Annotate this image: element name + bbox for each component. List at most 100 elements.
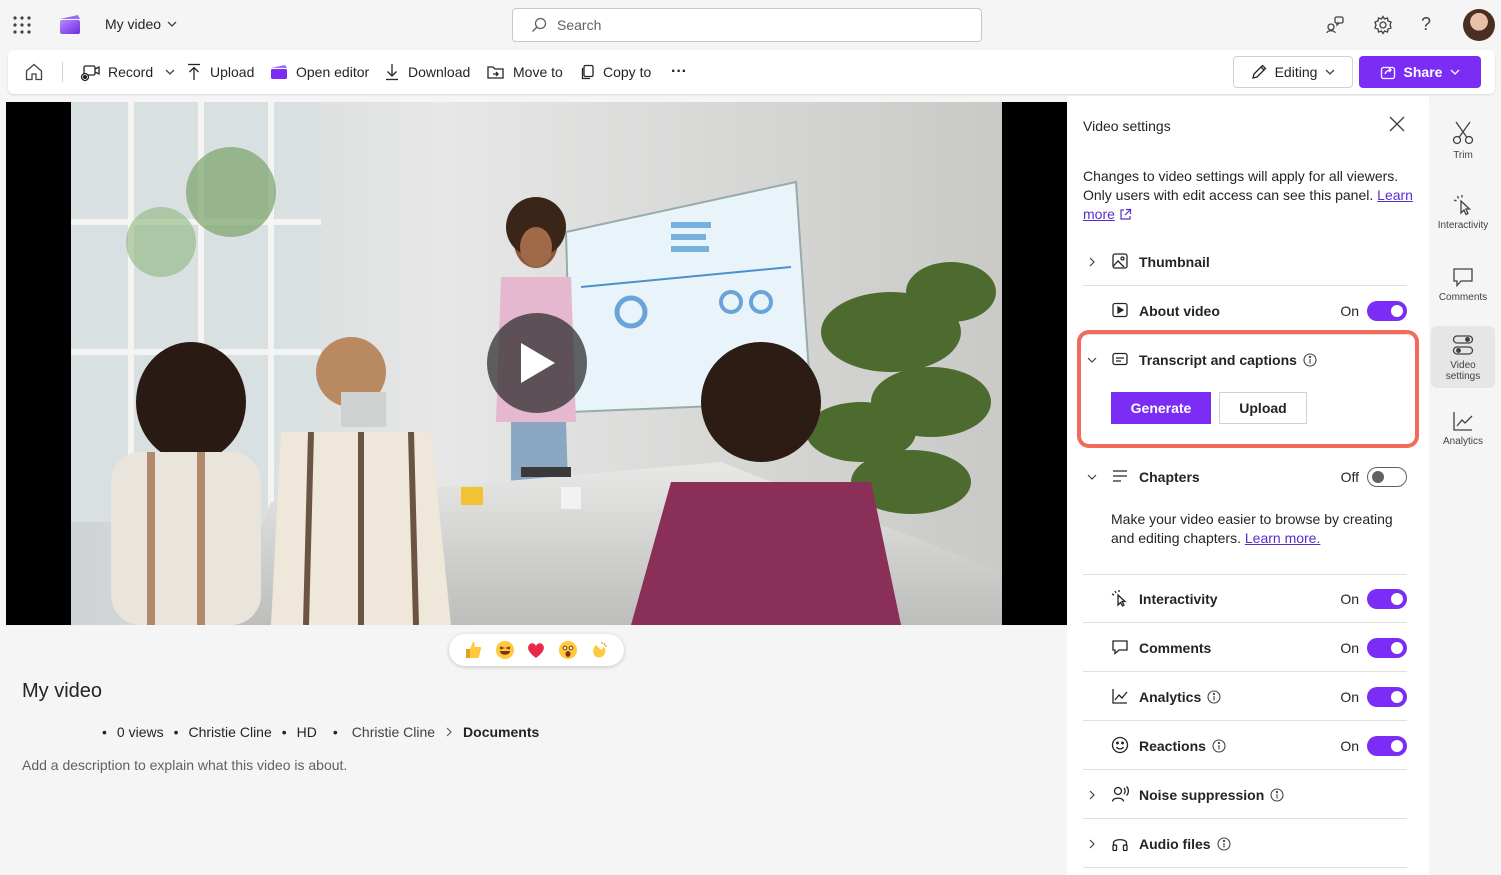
reactions-bar [449,634,624,666]
view-count: 0 views [116,724,164,740]
quality-badge: HD [296,724,317,740]
interactivity-state: On [1340,590,1359,607]
avatar[interactable] [1463,9,1495,41]
external-link-icon [1119,208,1132,221]
feedback-icon[interactable] [1325,15,1345,35]
home-button[interactable] [24,50,44,94]
reactions-toggle[interactable] [1367,735,1407,756]
play-icon [515,339,559,387]
app-launcher-icon[interactable] [13,16,31,34]
download-label: Download [408,64,471,80]
search-icon [531,17,547,33]
separator-dot: • [332,724,338,740]
top-bar: My video Search ? [0,0,1501,50]
search-input[interactable]: Search [512,8,982,42]
thumbnail-row[interactable]: Thumbnail [1083,238,1407,286]
laughing-face-icon[interactable] [495,640,515,660]
audio-files-row[interactable]: Audio files [1083,820,1407,868]
comments-label: Comments [1139,639,1212,656]
image-icon [1111,252,1131,272]
interactivity-label: Interactivity [1139,590,1218,607]
rail-interactivity[interactable]: Interactivity [1431,194,1495,231]
rail-video-settings-label: Video settings [1445,360,1481,382]
rail-video-settings[interactable]: Video settings [1431,326,1495,388]
thumbs-up-icon[interactable] [463,640,483,660]
noise-suppression-row[interactable]: Noise suppression [1083,771,1407,819]
pointer-click-icon [1453,195,1472,216]
chevron-right-icon [1083,257,1101,267]
info-icon[interactable] [1217,836,1231,851]
editing-label: Editing [1274,64,1318,80]
more-options-button[interactable]: ··· [671,50,687,94]
chevron-right-icon [1083,839,1101,849]
chapters-learn-more-link[interactable]: Learn more. [1245,530,1320,546]
interactivity-toggle[interactable] [1367,588,1407,609]
separator-dot: • [102,724,107,740]
analytics-toggle[interactable] [1367,686,1407,707]
analytics-chart-icon [1453,412,1473,431]
chapters-description: Make your video easier to browse by crea… [1111,510,1411,548]
chapters-list-icon [1111,467,1131,487]
about-video-row: About video On [1083,287,1407,335]
chevron-down-icon [167,19,177,29]
reactions-state: On [1340,737,1359,754]
info-icon[interactable] [1212,738,1226,753]
play-button[interactable] [487,313,587,413]
comment-icon [1111,638,1131,658]
chapters-state: Off [1340,469,1359,485]
headphones-icon [1111,834,1131,854]
about-video-toggle[interactable] [1367,300,1407,321]
separator-dot: • [281,724,287,740]
analytics-chart-icon [1111,687,1131,707]
help-icon[interactable]: ? [1421,14,1431,35]
chapters-label: Chapters [1139,469,1200,485]
chevron-down-icon [1450,67,1460,77]
audio-files-text: Audio files [1139,835,1211,852]
rail-interactivity-label: Interactivity [1437,220,1489,231]
rail-comments[interactable]: Comments [1431,266,1495,303]
panel-intro: Changes to video settings will apply for… [1083,167,1413,224]
app-title-dropdown[interactable]: My video [105,16,177,32]
breadcrumb-folder[interactable]: Documents [463,724,539,740]
pointer-click-icon [1111,589,1131,609]
open-editor-button[interactable]: Open editor [270,50,369,94]
comments-row: Comments On [1083,624,1407,672]
chapters-row[interactable]: Chapters Off [1083,453,1407,501]
record-camera-icon [80,62,100,82]
move-to-button[interactable]: Move to [487,50,563,94]
surprised-face-icon[interactable] [558,640,578,660]
close-icon[interactable] [1389,116,1405,132]
upload-arrow-icon [186,63,202,81]
rail-trim[interactable]: Trim [1431,120,1495,161]
record-button[interactable]: Record [80,50,175,94]
heart-icon[interactable] [526,640,546,660]
download-button[interactable]: Download [384,50,470,94]
share-icon [1380,64,1396,80]
share-button[interactable]: Share [1359,56,1481,88]
info-icon[interactable] [1270,787,1284,802]
info-icon[interactable] [1207,689,1221,704]
comment-icon [1453,268,1473,288]
clapping-hands-icon[interactable] [590,640,610,660]
record-label: Record [108,64,154,80]
rail-trim-label: Trim [1453,150,1473,161]
upload-button[interactable]: Upload [186,50,254,94]
separator-dot: • [173,724,179,740]
chevron-right-icon [445,727,453,737]
rail-analytics[interactable]: Analytics [1431,410,1495,447]
copy-to-button[interactable]: Copy to [581,50,651,94]
open-editor-label: Open editor [296,64,370,80]
divider [62,62,63,82]
upload-label: Upload [210,64,255,80]
editing-mode-button[interactable]: Editing [1233,56,1353,88]
breadcrumb-root[interactable]: Christie Cline [352,724,435,740]
video-description[interactable]: Add a description to explain what this v… [22,757,347,773]
app-title: My video [105,16,162,32]
noise-suppression-text: Noise suppression [1139,786,1265,803]
comments-state: On [1340,639,1359,656]
video-player[interactable] [6,102,1067,625]
chapters-toggle[interactable] [1367,467,1407,487]
comments-toggle[interactable] [1367,637,1407,658]
settings-gear-icon[interactable] [1373,15,1393,35]
owner-name[interactable]: Christie Cline [189,724,272,740]
